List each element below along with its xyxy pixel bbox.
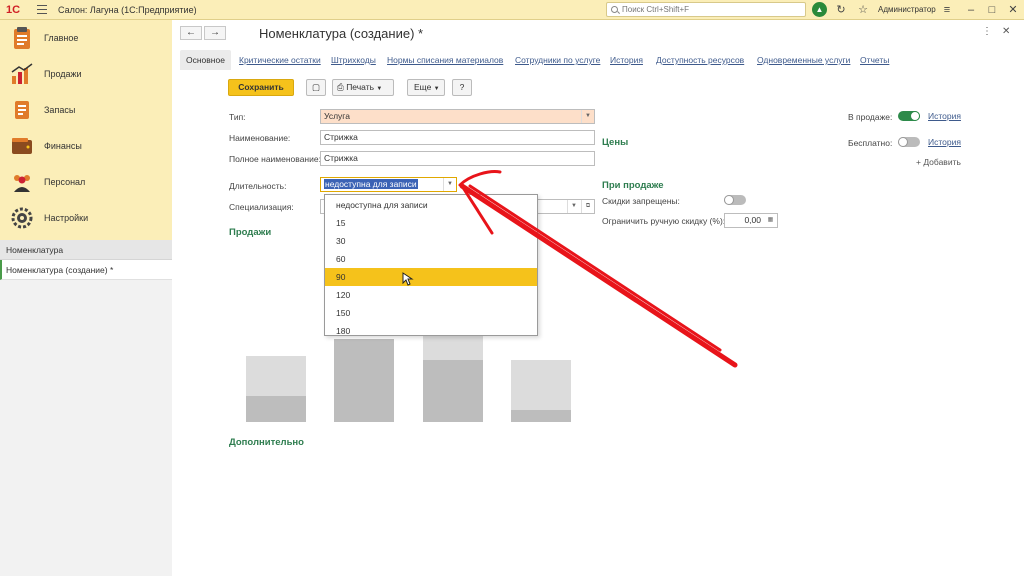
annotation-arrow-icon [458,170,738,368]
